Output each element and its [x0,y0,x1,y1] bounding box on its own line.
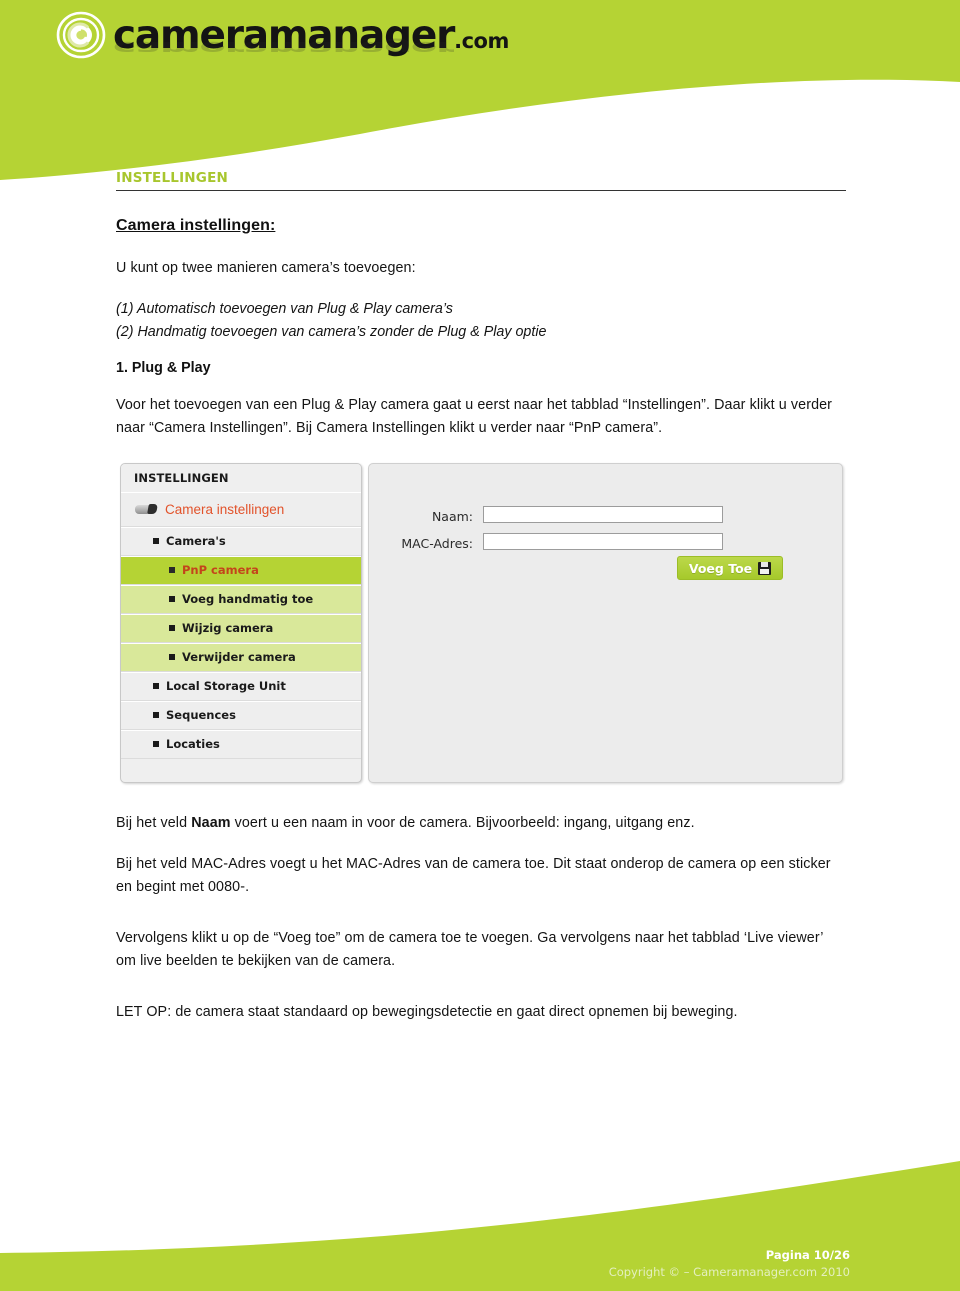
page-footer: Pagina 10/26 Copyright © – Cameramanager… [0,1121,960,1291]
naam-paragraph-bold: Naam [191,815,231,831]
plugplay-paragraph: Voor het toevoegen van een Plug & Play c… [116,397,833,436]
footer-text-block: Pagina 10/26 Copyright © – Cameramanager… [609,1247,850,1281]
embedded-app-screenshot: INSTELLINGEN Camera instellingen Camera'… [116,458,846,790]
sidebar-item-label: Verwijder camera [182,650,296,664]
mac-adres-input[interactable] [483,533,723,550]
bullet-square-icon [169,625,175,631]
copyright-label: Copyright © – Cameramanager.com 2010 [608,1265,850,1279]
app-sidebar: INSTELLINGEN Camera instellingen Camera'… [120,463,362,783]
sidebar-item-local-storage-unit[interactable]: Local Storage Unit [121,672,361,701]
intro-paragraph: U kunt op twee manieren camera’s toevoeg… [116,260,416,276]
brand-logo: cameramanager.com cameramanager [55,8,509,80]
app-sidebar-title: INSTELLINGEN [121,464,361,492]
naam-paragraph-post: voert u een naam in voor de camera. Bijv… [230,815,695,831]
bullet-square-icon [169,654,175,660]
sidebar-item-label: Wijzig camera [182,621,274,635]
sidebar-item-label: Voeg handmatig toe [182,592,314,606]
form-row-mac-adres: MAC-Adres: [369,533,789,554]
sidebar-item-sequences[interactable]: Sequences [121,701,361,730]
bullet-square-icon [153,538,159,544]
sidebar-item-label: PnP camera [182,563,259,577]
mac-paragraph: Bij het veld MAC-Adres voegt u het MAC-A… [116,856,831,895]
floppy-disk-icon [758,561,772,575]
document-body: INSTELLINGEN Camera instellingen: U kunt… [116,170,846,1042]
bullet-square-icon [153,712,159,718]
bullet-square-icon [153,741,159,747]
bullet-square-icon [169,567,175,573]
sidebar-item-camera-instellingen[interactable]: Camera instellingen [121,492,361,527]
section-label: INSTELLINGEN [116,170,229,186]
page-title: Camera instellingen: [116,217,276,234]
voegtoe-paragraph: Vervolgens klikt u op de “Voeg toe” om d… [116,930,823,969]
section-divider [116,190,846,191]
page-header: cameramanager.com cameramanager [0,0,960,185]
bullet-square-icon [169,596,175,602]
letop-paragraph: LET OP: de camera staat standaard op bew… [116,1004,738,1020]
sidebar-item-verwijder-camera[interactable]: Verwijder camera [121,643,361,672]
page-number-label: Pagina 10/26 [765,1248,850,1262]
numbered-heading: 1. Plug & Play [116,360,211,376]
sidebar-item-label: Sequences [166,708,236,722]
sidebar-item-wijzig-camera[interactable]: Wijzig camera [121,614,361,643]
bullet-square-icon [153,683,159,689]
naam-input[interactable] [483,506,723,523]
app-content-panel: Naam: MAC-Adres: Voeg Toe [368,463,843,783]
sidebar-item-cameras[interactable]: Camera's [121,527,361,556]
naam-label: Naam: [431,509,473,524]
brand-wordmark: cameramanager.com [113,12,509,65]
sidebar-item-locaties[interactable]: Locaties [121,730,361,759]
option-line-2: (2) Handmatig toevoegen van camera’s zon… [116,324,547,340]
sidebar-item-label: Local Storage Unit [166,679,286,693]
form-row-naam: Naam: [369,506,789,527]
voeg-toe-button-label: Voeg Toe [688,560,753,576]
camera-icon [135,504,157,515]
sidebar-item-label: Camera's [166,534,226,548]
option-line-1: (1) Automatisch toevoegen van Plug & Pla… [116,301,453,317]
sidebar-item-voeg-handmatig-toe[interactable]: Voeg handmatig toe [121,585,361,614]
sidebar-item-label: Camera instellingen [165,502,285,517]
naam-paragraph: Bij het veld Naam voert u een naam in vo… [116,812,846,835]
mac-adres-label: MAC-Adres: [401,536,473,551]
sidebar-item-pnp-camera[interactable]: PnP camera [121,556,361,585]
camera-spiral-logo-icon [56,11,106,59]
brand-wordmark-domain: .com [454,29,509,53]
naam-paragraph-pre: Bij het veld [116,815,192,831]
brand-wordmark-text: cameramanager [113,13,455,58]
sidebar-item-label: Locaties [166,737,220,751]
voeg-toe-button[interactable]: Voeg Toe [677,556,783,580]
screenshot-canvas: INSTELLINGEN Camera instellingen Camera'… [116,458,846,790]
